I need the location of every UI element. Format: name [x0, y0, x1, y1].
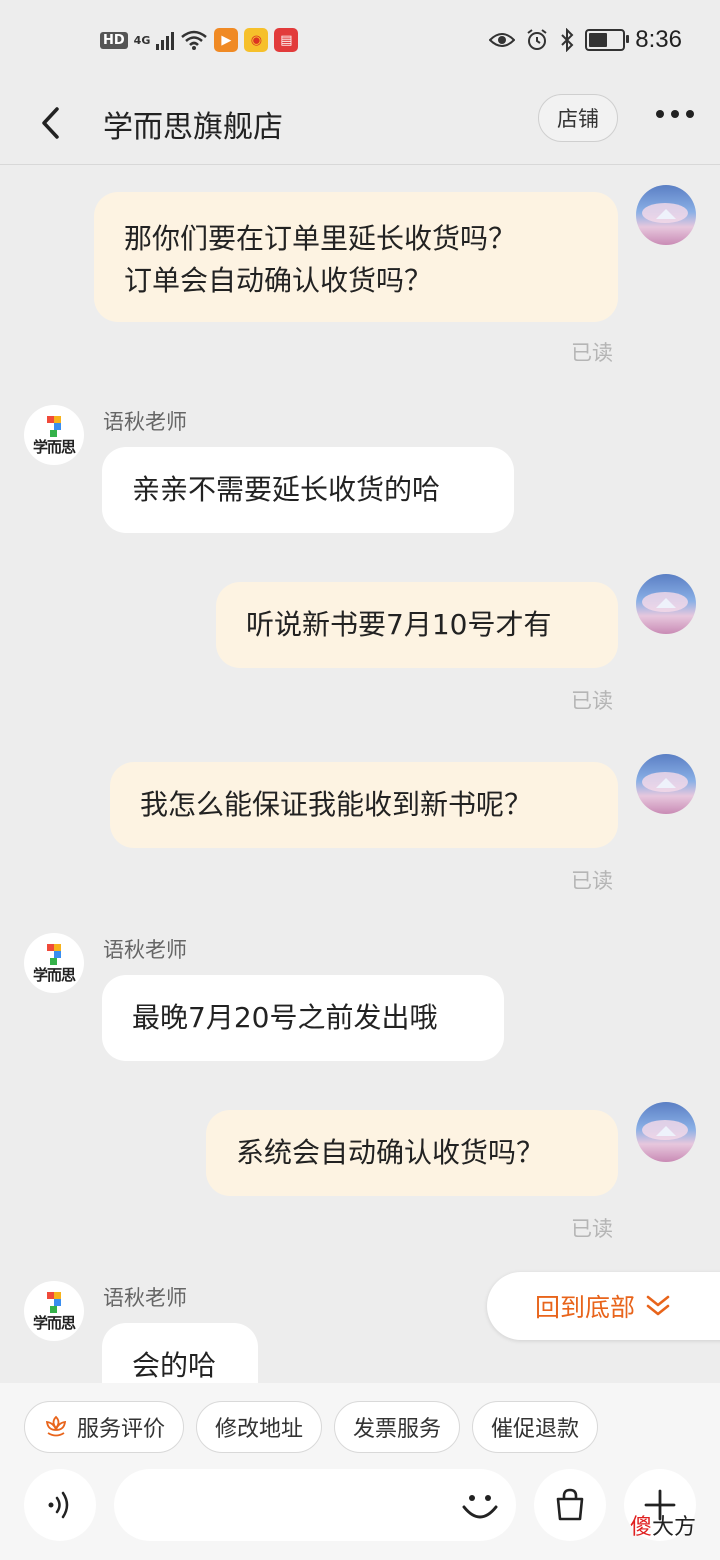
message-input[interactable]: [114, 1469, 516, 1541]
read-receipt: 已读: [571, 869, 613, 893]
hd-badge: HD: [100, 31, 128, 49]
message-line: 订单会自动确认收货吗？: [124, 264, 433, 297]
status-left-icons: HD 4G ▶ ◉ ▤: [100, 28, 299, 52]
chat-header: 学而思旗舰店 店铺: [0, 84, 720, 165]
double-chevron-down-icon: [646, 1295, 670, 1316]
quick-action-invoice[interactable]: 发票服务: [334, 1401, 461, 1453]
read-receipt: 已读: [571, 341, 613, 365]
shop-logo-icon: [43, 943, 65, 966]
wifi-icon: [181, 30, 208, 50]
sender-name: 语秋老师: [103, 1286, 187, 1310]
shopping-bag-icon: [556, 1488, 584, 1521]
network-type: 4G: [133, 33, 151, 47]
my-avatar[interactable]: [636, 574, 696, 634]
message-line: 那你们要在订单里延长收货吗？: [124, 222, 517, 255]
watermark: 傻大方: [630, 1509, 696, 1541]
more-menu-button[interactable]: [656, 110, 694, 118]
their-message-bubble[interactable]: 亲亲不需要延长收货的哈: [102, 447, 514, 533]
voice-button[interactable]: [24, 1469, 96, 1541]
eye-icon: [489, 33, 516, 47]
read-receipt: 已读: [571, 1217, 613, 1241]
quick-action-service-review[interactable]: 服务评价: [24, 1401, 185, 1453]
back-button[interactable]: [30, 98, 70, 148]
their-message-bubble[interactable]: 会的哈: [102, 1323, 258, 1383]
quick-actions: 服务评价 修改地址 发票服务 催促退款: [24, 1401, 599, 1453]
read-receipt: 已读: [571, 689, 613, 713]
shop-logo-text: 学而思: [32, 965, 76, 984]
shop-bag-button[interactable]: [534, 1469, 606, 1541]
their-message-bubble[interactable]: 最晚7月20号之前发出哦: [102, 975, 504, 1061]
alarm-icon: [527, 29, 547, 50]
signal-icon: [156, 30, 175, 50]
flower-icon: [45, 1415, 67, 1437]
shop-logo-text: 学而思: [32, 1313, 76, 1332]
shop-logo-text: 学而思: [32, 437, 76, 456]
weibo-icon: ◉: [244, 28, 269, 52]
my-message-bubble[interactable]: 系统会自动确认收货吗？: [206, 1110, 618, 1196]
bluetooth-icon: [561, 28, 574, 52]
my-message-bubble[interactable]: 那你们要在订单里延长收货吗？ 订单会自动确认收货吗？: [94, 192, 618, 322]
shop-avatar[interactable]: 学而思: [24, 405, 84, 465]
quick-action-change-address[interactable]: 修改地址: [196, 1401, 323, 1453]
my-message-bubble[interactable]: 听说新书要7月10号才有: [216, 582, 618, 668]
shop-avatar[interactable]: 学而思: [24, 933, 84, 993]
battery-icon: [585, 29, 630, 51]
my-avatar[interactable]: [636, 185, 696, 245]
status-right-icons: 8:36: [489, 26, 682, 54]
my-avatar[interactable]: [636, 1102, 696, 1162]
chip-label: 服务评价: [77, 1417, 166, 1442]
watermark-red: 傻: [630, 1515, 653, 1540]
emoji-icon[interactable]: [458, 1483, 502, 1527]
watermark-black: 大方: [652, 1515, 697, 1540]
quick-action-refund-reminder[interactable]: 催促退款: [472, 1401, 599, 1453]
shop-button[interactable]: 店铺: [538, 94, 618, 142]
my-message-bubble[interactable]: 我怎么能保证我能收到新书呢？: [110, 762, 618, 848]
message-list[interactable]: 那你们要在订单里延长收货吗？ 订单会自动确认收货吗？ 已读 学而思 语秋老师 亲…: [0, 165, 720, 1383]
chevron-left-icon: [42, 107, 59, 139]
status-bar: HD 4G ▶ ◉ ▤ 8:36: [0, 0, 720, 84]
shop-logo-icon: [43, 415, 65, 438]
sender-name: 语秋老师: [103, 410, 187, 434]
page-title: 学而思旗舰店: [103, 110, 283, 145]
my-avatar[interactable]: [636, 754, 696, 814]
scroll-to-bottom-label: 回到底部: [535, 1293, 636, 1322]
video-app-icon: ▶: [214, 28, 239, 52]
voice-icon: [48, 1491, 69, 1519]
shop-avatar[interactable]: 学而思: [24, 1281, 84, 1341]
reader-app-icon: ▤: [274, 28, 299, 52]
scroll-to-bottom-button[interactable]: 回到底部: [487, 1272, 720, 1340]
clock: 8:36: [635, 26, 682, 53]
shop-logo-icon: [43, 1291, 65, 1314]
bottom-toolbar: 服务评价 修改地址 发票服务 催促退款 傻大方: [0, 1383, 720, 1560]
sender-name: 语秋老师: [103, 938, 187, 962]
